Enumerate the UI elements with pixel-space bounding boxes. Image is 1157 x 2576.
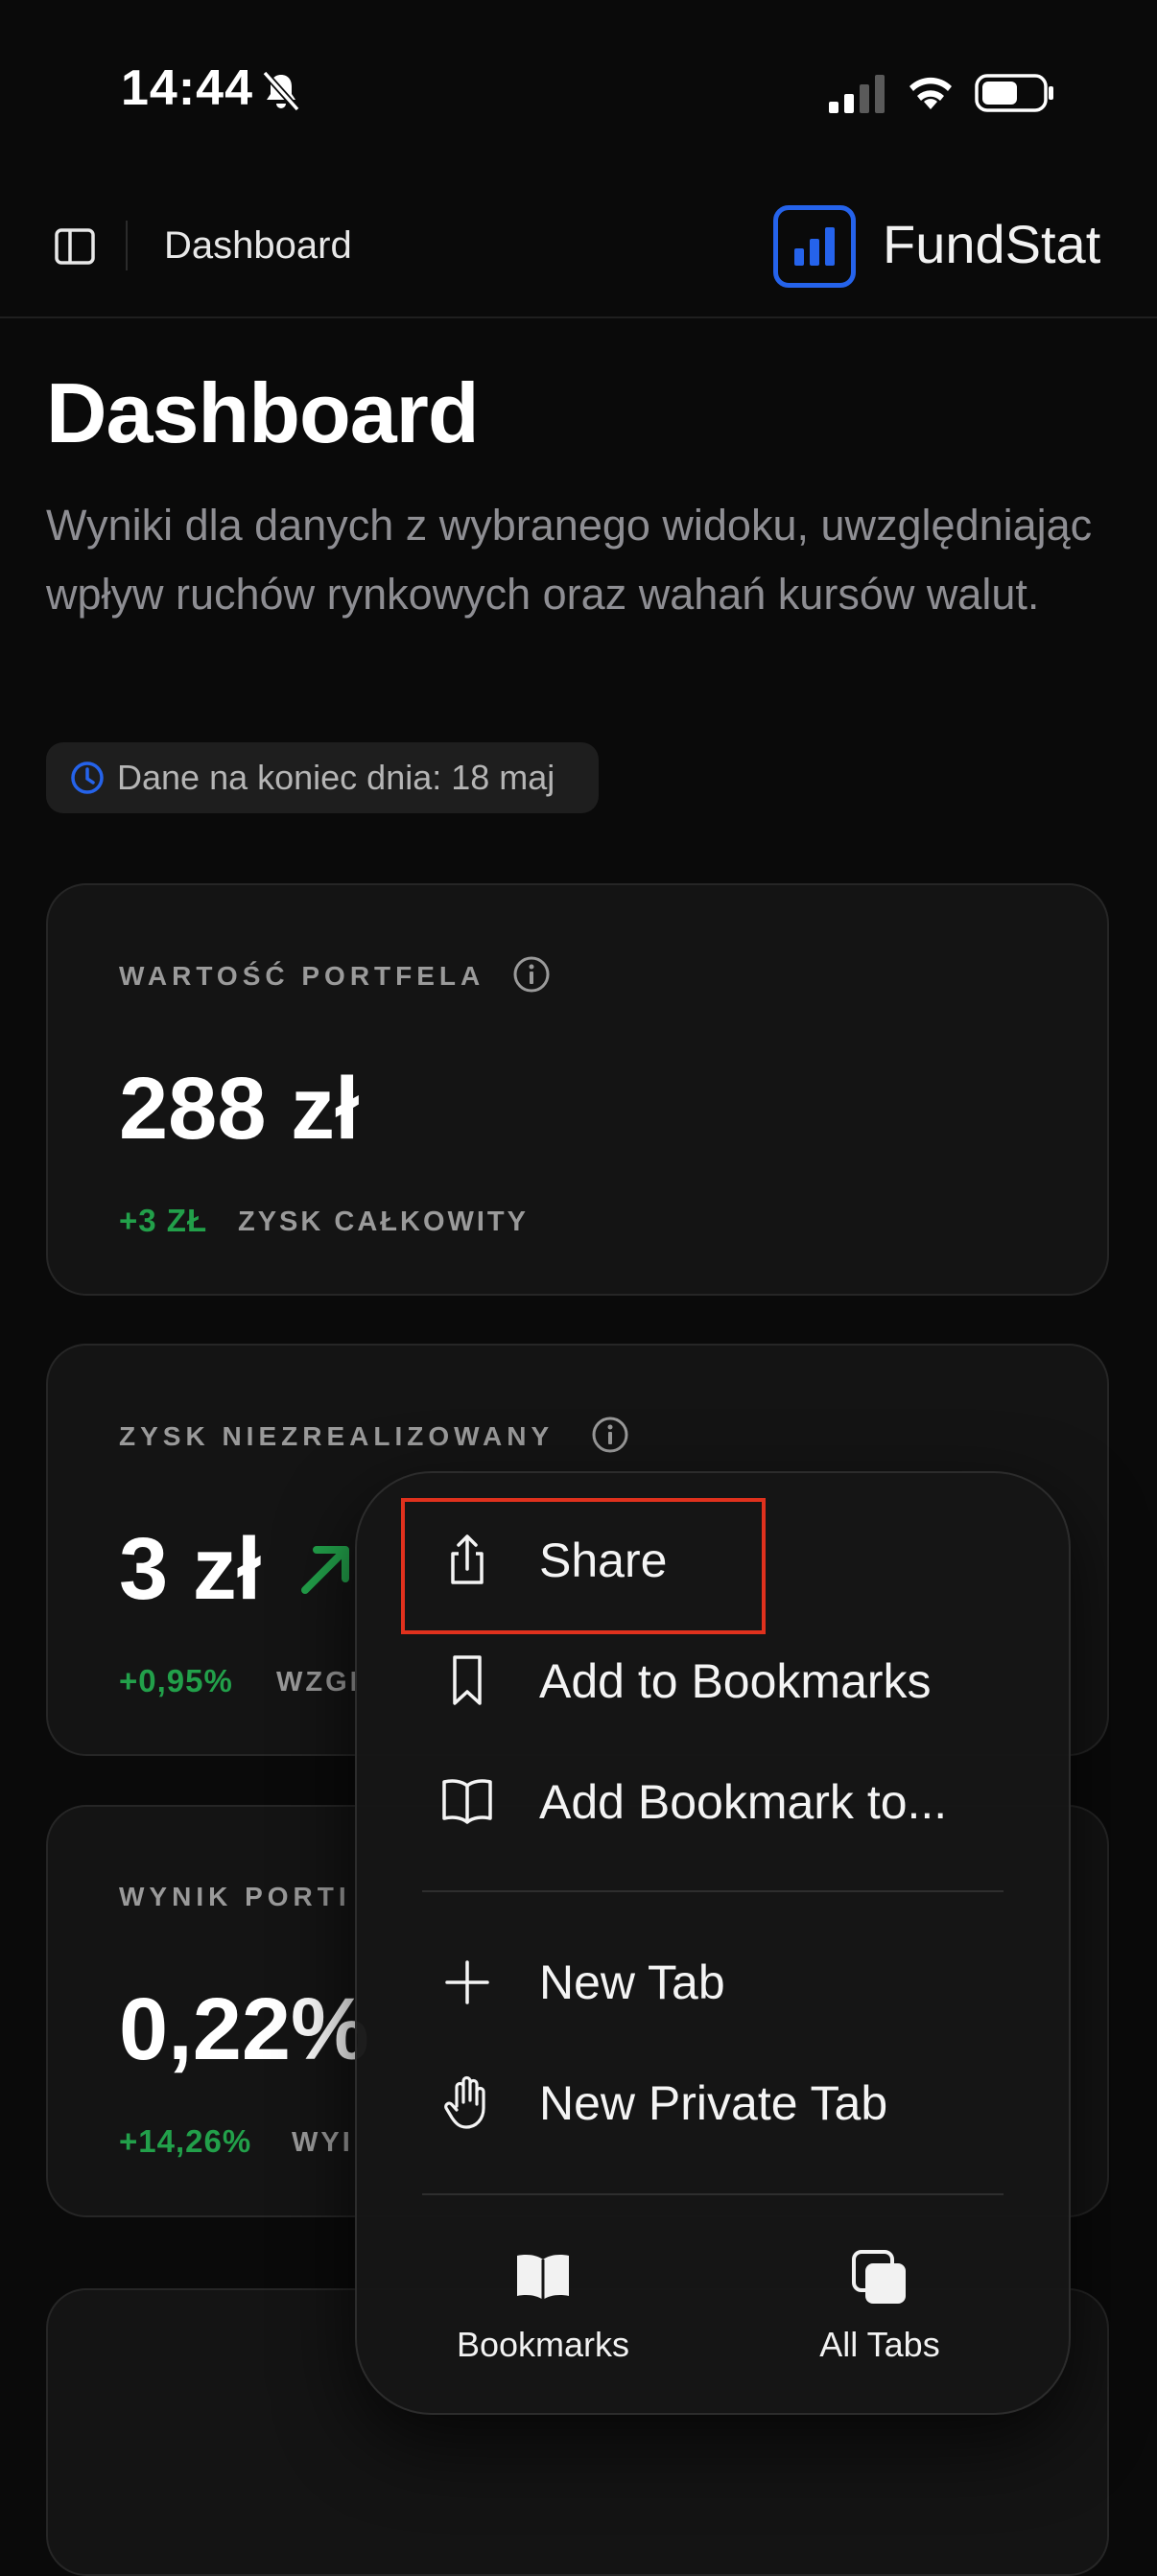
bookmark-icon[interactable] — [437, 1651, 497, 1711]
gain-label: WZGI — [276, 1667, 361, 1698]
info-icon[interactable] — [512, 955, 551, 994]
gain-value: +0,95% — [119, 1663, 233, 1698]
gain-label: ZYSK CAŁKOWITY — [238, 1206, 529, 1237]
menu-item-add-to-bookmarks[interactable]: Add to Bookmarks — [539, 1653, 932, 1709]
menu-item-new-private-tab[interactable]: New Private Tab — [539, 2075, 887, 2131]
brand-name[interactable]: FundStat — [883, 213, 1100, 275]
arrow-up-right-icon — [301, 1546, 349, 1594]
bar-chart-icon — [794, 227, 835, 266]
book-icon[interactable] — [511, 2248, 575, 2307]
page-title: Dashboard — [46, 365, 480, 460]
hand-icon[interactable] — [437, 2073, 497, 2133]
date-badge-text: Dane na koniec dnia: 18 maj — [117, 758, 555, 797]
page-description: Wyniki dla danych z wybranego widoku, uw… — [46, 501, 1093, 619]
gain-value: +3 ZŁ — [119, 1203, 208, 1238]
header-divider — [126, 221, 128, 270]
plus-icon[interactable] — [437, 1953, 497, 2012]
unrealized-value: 3 zł — [119, 1520, 262, 1618]
card-label: ZYSK NIEZREALIZOWANY — [119, 1421, 555, 1451]
clock-icon — [71, 761, 104, 794]
status-time: 14:44 — [121, 60, 253, 116]
result-value: 0,22% — [119, 1980, 369, 2078]
menu-item-new-tab[interactable]: New Tab — [539, 1955, 725, 2010]
card-label: WARTOŚĆ PORTFELA — [119, 961, 485, 991]
cellular-signal-icon — [829, 75, 885, 113]
all-tabs-button[interactable]: All Tabs — [784, 2325, 976, 2365]
battery-icon — [975, 74, 1053, 112]
portfolio-value: 288 zł — [119, 1060, 360, 1158]
bookmarks-button[interactable]: Bookmarks — [447, 2325, 639, 2365]
wifi-icon — [909, 77, 952, 109]
breadcrumb-title: Dashboard — [164, 224, 352, 267]
tabs-icon[interactable] — [848, 2248, 911, 2307]
brand-logo[interactable] — [773, 205, 856, 288]
gain-label: WYI — [292, 2127, 353, 2158]
menu-item-share[interactable]: Share — [539, 1533, 667, 1588]
bell-muted-icon — [262, 70, 300, 112]
gain-value: +14,26% — [119, 2123, 252, 2159]
menu-divider — [422, 2193, 1004, 2195]
sidebar-toggle-icon[interactable] — [54, 225, 96, 268]
menu-divider — [422, 1890, 1004, 1892]
menu-item-add-bookmark-to[interactable]: Add Bookmark to... — [539, 1774, 947, 1830]
info-icon[interactable] — [591, 1416, 629, 1454]
share-icon[interactable] — [437, 1531, 497, 1590]
card-label: WYNIK PORTI — [119, 1882, 351, 1911]
open-book-icon[interactable] — [437, 1772, 497, 1832]
